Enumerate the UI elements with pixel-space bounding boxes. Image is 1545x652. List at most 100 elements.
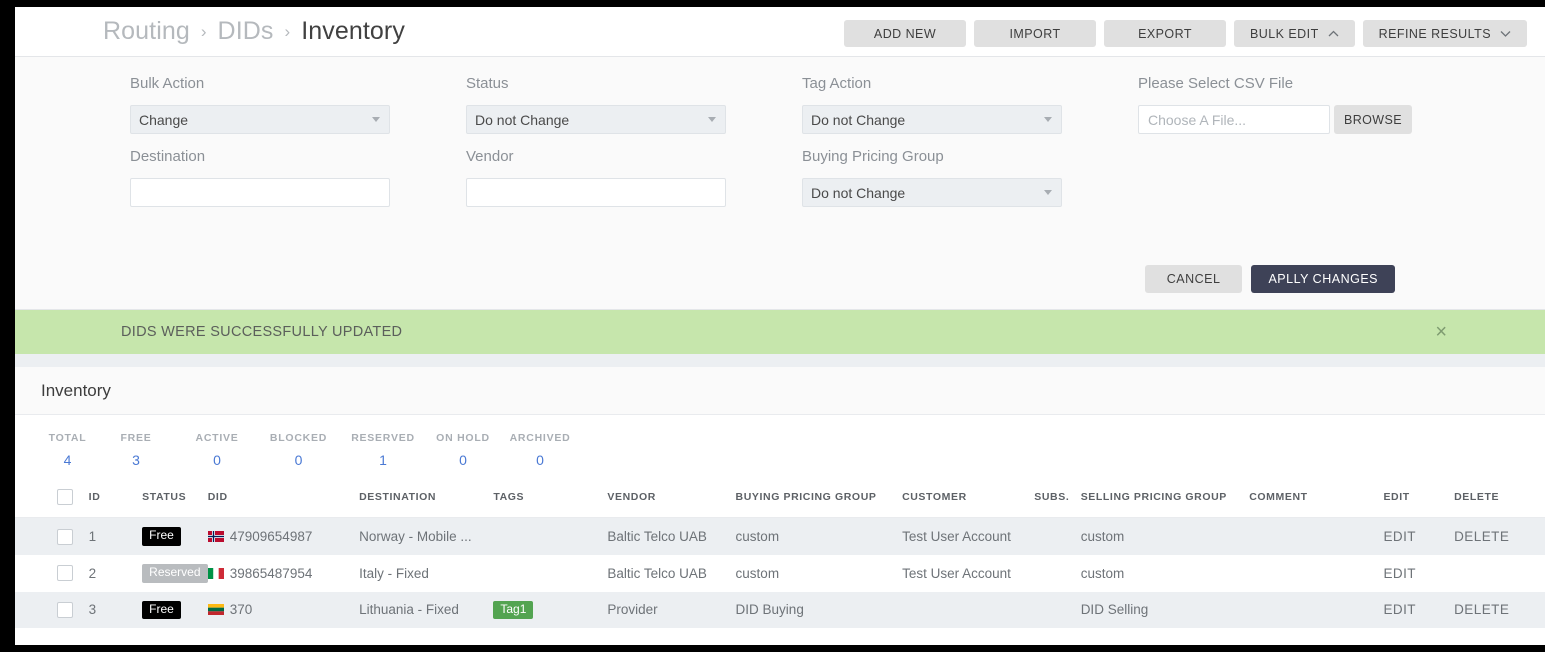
csv-group: Please Select CSV File BROWSE [1138,75,1545,134]
stat-archived: ARCHIVED 0 [499,432,581,468]
cell-selling-pricing-group: custom [1080,528,1125,544]
alert-message: DIDS WERE SUCCESSFULLY UPDATED [121,324,403,340]
status-column: Status Do not Change Vendor [466,75,802,211]
import-button[interactable]: IMPORT [974,20,1096,47]
column-header-selling-pricing-group[interactable]: SELLING PRICING GROUP [1080,476,1250,518]
breadcrumb-separator-icon: › [284,22,291,41]
select-all-checkbox[interactable] [57,489,73,505]
edit-link[interactable]: EDIT [1383,518,1454,555]
cancel-button[interactable]: CANCEL [1144,265,1243,293]
edit-link[interactable]: EDIT [1383,592,1454,629]
column-header-vendor[interactable]: VENDOR [607,476,736,518]
stat-active: ACTIVE 0 [176,432,258,468]
table-row[interactable]: 1 Free 47909654987 Norway - Mobile ... B… [15,517,1545,555]
status-badge: Reserved [142,563,208,583]
delete-link[interactable]: DELETE [1454,518,1545,555]
stats-row: TOTAL 4 FREE 3 ACTIVE 0 BLOCKED 0 RESERV… [15,415,1545,476]
bulk-edit-form: Bulk Action Change Destination Status Do [15,75,1545,211]
close-icon[interactable]: × [1435,322,1447,342]
apply-changes-button[interactable]: APLLY CHANGES [1251,265,1395,293]
cell-subs [1034,592,1080,629]
row-checkbox[interactable] [57,565,73,582]
buying-pricing-group-label: Buying Pricing Group [802,148,944,165]
cell-tags [493,555,607,592]
stat-value[interactable]: 0 [427,452,499,468]
cell-buying-pricing-group: custom [735,528,780,544]
row-select-cell [15,592,89,629]
buying-pricing-group-group: Buying Pricing Group Do not Change [802,148,1138,207]
tag-badge: Tag1 [493,600,534,620]
breadcrumb: Routing › DIDs › Inventory [103,17,405,46]
bulk-action-value: Change [139,111,189,128]
cell-vendor: Provider [607,602,658,618]
column-header-tags[interactable]: TAGS [493,476,608,518]
cell-id: 2 [88,565,97,581]
row-select-cell [15,555,89,592]
column-header-did[interactable]: DID [207,476,360,518]
cell-comment [1249,592,1383,629]
chevron-up-icon [1328,30,1339,37]
row-checkbox[interactable] [57,602,73,619]
column-header-status[interactable]: STATUS [142,476,208,518]
tag-action-select[interactable]: Do not Change [802,105,1062,134]
cell-buying-pricing-group: custom [735,565,780,581]
column-header-id[interactable]: ID [88,476,143,518]
table-row[interactable]: 3 Free 370 Lithuania - Fixed Tag1 Provid… [15,591,1545,629]
column-header-subs[interactable]: SUBS. [1034,476,1081,518]
cell-id: 3 [88,602,97,618]
table-row[interactable]: 2 Reserved 39865487954 Italy - Fixed Bal… [15,554,1545,592]
stat-value[interactable]: 0 [176,452,258,468]
column-header-delete: DELETE [1454,476,1545,518]
vendor-group: Vendor [466,148,802,207]
cell-selling-pricing-group: custom [1080,565,1125,581]
csv-file-input[interactable] [1138,105,1330,134]
cell-status: Reserved [142,555,208,592]
app-window: Routing › DIDs › Inventory ADD NEW IMPOR… [15,7,1545,645]
delete-link[interactable]: DELETE [1454,592,1545,629]
cell-destination: Italy - Fixed [359,565,429,581]
add-new-button[interactable]: ADD NEW [844,20,966,47]
row-checkbox[interactable] [57,528,73,545]
status-label: Status [466,75,509,92]
stat-label: RESERVED [351,432,415,444]
stat-value[interactable]: 0 [258,452,339,468]
browse-button[interactable]: BROWSE [1334,105,1412,134]
vendor-input[interactable] [466,178,726,207]
status-select[interactable]: Do not Change [466,105,726,134]
bulk-edit-button[interactable]: BULK EDIT [1234,20,1355,47]
buying-pricing-group-select[interactable]: Do not Change [802,178,1062,207]
buying-pricing-group-value: Do not Change [811,184,906,201]
table-header: ID STATUS DID DESTINATION TAGS VENDOR BU… [15,476,1545,518]
cell-selling-pricing-group: DID Selling [1080,602,1149,618]
bulk-action-select[interactable]: Change [130,105,390,134]
bulk-edit-panel: Bulk Action Change Destination Status Do [15,57,1545,310]
top-button-group: ADD NEW IMPORT EXPORT BULK EDIT REFINE R… [844,20,1527,47]
stat-value[interactable]: 0 [499,452,581,468]
column-header-destination[interactable]: DESTINATION [359,476,494,518]
cell-customer: Test User Account [902,528,1011,544]
stat-value[interactable]: 4 [39,452,96,468]
column-header-customer[interactable]: CUSTOMER [902,476,1035,518]
tag-action-group: Tag Action Do not Change [802,75,1138,134]
stat-value[interactable]: 3 [96,452,176,468]
breadcrumb-item-dids[interactable]: DIDs [218,17,274,46]
did-number: 47909654987 [229,528,313,544]
breadcrumb-item-routing[interactable]: Routing [103,17,190,46]
destination-input[interactable] [130,178,390,207]
cell-did: 47909654987 [207,518,359,555]
column-header-edit: EDIT [1383,476,1455,518]
select-all-header [15,476,89,518]
breadcrumb-item-inventory: Inventory [301,17,405,45]
refine-results-button[interactable]: REFINE RESULTS [1362,20,1527,47]
export-button[interactable]: EXPORT [1104,20,1226,47]
stat-value[interactable]: 1 [339,452,427,468]
chevron-down-icon [1500,30,1511,37]
cell-subs [1034,518,1080,555]
column-header-buying-pricing-group[interactable]: BUYING PRICING GROUP [735,476,903,518]
edit-link[interactable]: EDIT [1383,555,1454,592]
norway-flag-icon [207,530,224,542]
delete-link[interactable] [1454,555,1545,592]
cell-customer [902,592,1034,629]
column-header-comment[interactable]: COMMENT [1249,476,1384,518]
cell-customer: Test User Account [902,565,1011,581]
